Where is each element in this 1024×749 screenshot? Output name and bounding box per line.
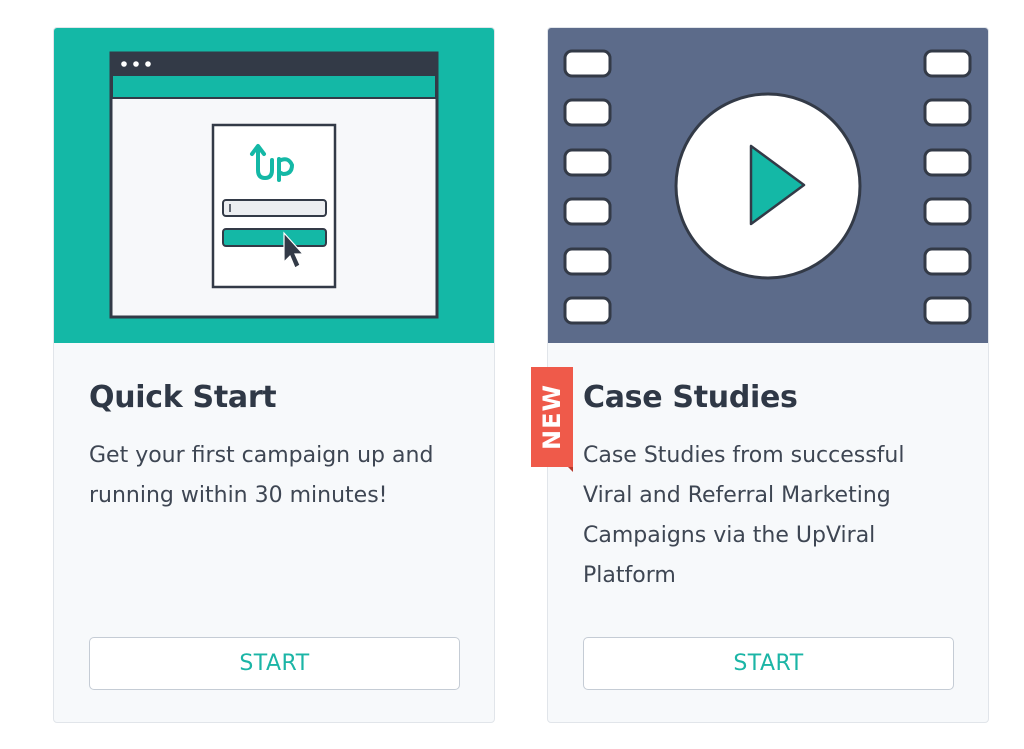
new-badge-label: NEW bbox=[538, 384, 567, 450]
case-studies-card: NEW Case Studies Case Studies from succe… bbox=[531, 27, 989, 723]
card-title: Quick Start bbox=[89, 380, 277, 415]
card-description: Get your first campaign up and running w… bbox=[89, 443, 434, 508]
case-studies-illustration bbox=[548, 28, 988, 343]
card-description: Case Studies from successful Viral and R… bbox=[583, 443, 905, 588]
quick-start-illustration bbox=[54, 28, 494, 343]
play-icon bbox=[674, 92, 862, 280]
new-badge: NEW bbox=[531, 367, 573, 472]
browser-window-icon bbox=[109, 51, 439, 319]
quick-start-start-button[interactable]: START bbox=[89, 637, 460, 690]
card-title: Case Studies bbox=[583, 380, 798, 415]
quick-start-card: Quick Start Get your first campaign up a… bbox=[53, 27, 495, 723]
case-studies-start-button[interactable]: START bbox=[583, 637, 954, 690]
